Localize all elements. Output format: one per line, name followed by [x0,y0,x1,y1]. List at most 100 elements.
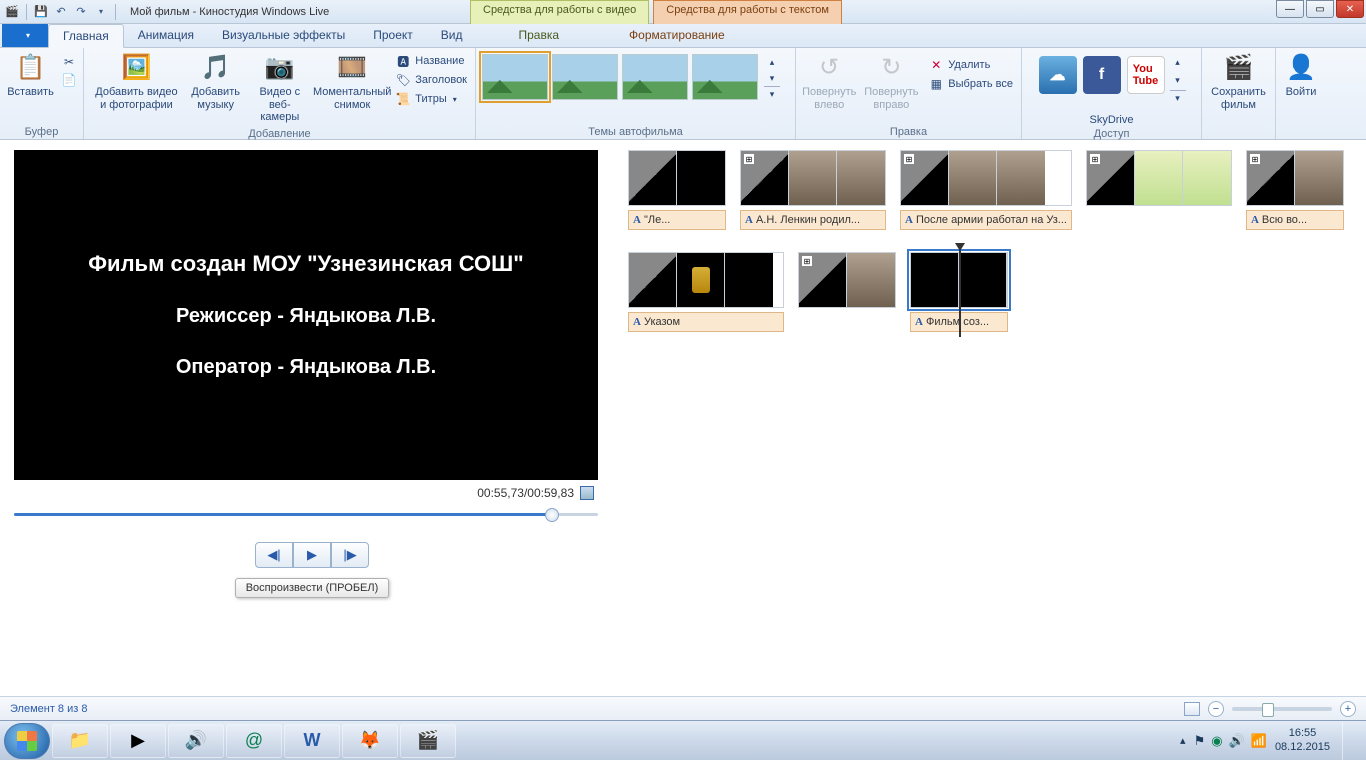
taskbar-moviemaker[interactable]: 🎬 [400,724,456,758]
webcam-button[interactable]: 📷 Видео с веб-камеры [246,50,313,126]
qat-dropdown-icon[interactable]: ▾ [93,4,109,20]
minimize-button[interactable]: — [1276,0,1304,18]
zoom-in-button[interactable]: + [1340,701,1356,717]
next-frame-button[interactable]: |▶ [331,542,369,568]
add-title-button[interactable]: 🅰Название [391,52,471,70]
clip-1[interactable]: A"Ле... [628,150,726,230]
share-down-icon[interactable]: ▾ [1170,72,1186,88]
zoom-out-button[interactable]: − [1208,701,1224,717]
seek-thumb[interactable] [545,508,559,522]
tray-flag-icon[interactable]: ⚑ [1194,733,1206,749]
credits-line-1: Фильм создан МОУ "Узнезинская СОШ" [88,251,523,277]
clip-5[interactable]: ⊞ AВсю во... [1246,150,1344,230]
film-save-icon: 🎬 [1223,52,1255,84]
preview-video[interactable]: Фильм создан МОУ "Узнезинская СОШ" Режис… [14,150,598,480]
show-desktop-button[interactable] [1342,722,1356,760]
clip-6[interactable]: AУказом [628,252,784,332]
tray-expand-icon[interactable]: ▴ [1180,734,1186,747]
fullscreen-icon[interactable] [580,486,594,500]
rotate-right-button[interactable]: ↻ Повернуть вправо [860,50,922,113]
ribbon-tab-row: Главная Анимация Визуальные эффекты Прое… [0,24,1366,48]
app-icon: 🎬 [4,4,20,20]
save-icon[interactable]: 💾 [33,4,49,20]
share-up-icon[interactable]: ▴ [1170,54,1186,70]
undo-icon[interactable]: ↶ [53,4,69,20]
tab-view[interactable]: Вид [427,23,477,47]
time-display: 00:55,73/00:59,83 [477,486,574,500]
clip-7[interactable]: ⊞ [798,252,896,332]
select-all-button[interactable]: ▦Выбрать все [924,75,1017,93]
theme-thumb-4[interactable] [692,54,758,100]
tab-edit[interactable]: Правка [504,23,573,47]
theme-thumb-3[interactable] [622,54,688,100]
close-button[interactable]: ✕ [1336,0,1364,18]
copy-icon[interactable]: 📄 [61,72,77,88]
play-button[interactable]: ▶ [293,542,331,568]
add-video-photo-button[interactable]: 🖼️ Добавить видео и фотографии [88,50,185,113]
playhead[interactable] [959,247,961,337]
theme-thumb-2[interactable] [552,54,618,100]
maximize-button[interactable]: ▭ [1306,0,1334,18]
share-youtube-button[interactable]: YouTube [1127,56,1165,94]
context-tab-text-tools: Средства для работы с текстом [653,0,842,24]
redo-icon[interactable]: ↷ [73,4,89,20]
add-caption-button[interactable]: 🏷Заголовок [391,71,471,89]
tray-network-icon[interactable]: 📶 [1251,733,1267,749]
tray-app-icon[interactable]: ◉ [1211,733,1222,749]
select-all-icon: ▦ [928,76,944,92]
tray-volume-icon[interactable]: 🔊 [1229,733,1245,749]
gallery-down-icon[interactable]: ▾ [764,70,780,86]
theme-thumb-1[interactable] [482,54,548,100]
taskbar-word[interactable]: W [284,724,340,758]
caption-icon: 🏷 [395,72,411,88]
music-icon: 🎵 [200,52,232,84]
share-skydrive-button[interactable]: ☁ [1039,56,1077,94]
clip-4[interactable]: ⊞ [1086,150,1232,230]
save-movie-button[interactable]: 🎬 Сохранить фильм [1206,50,1271,113]
add-music-button[interactable]: 🎵 Добавить музыку [187,50,245,113]
taskbar-explorer[interactable]: 📁 [52,724,108,758]
cut-icon[interactable]: ✂ [61,54,77,70]
taskbar-clock[interactable]: 16:55 08.12.2015 [1275,727,1330,753]
share-facebook-button[interactable]: f [1083,56,1121,94]
seek-bar[interactable] [14,504,598,524]
group-editing-label: Правка [800,124,1017,139]
clip-2[interactable]: ⊞ AА.Н. Ленкин родил... [740,150,886,230]
prev-frame-button[interactable]: ◀| [255,542,293,568]
paste-button[interactable]: 📋 Вставить [4,50,57,101]
clipboard-icon: 📋 [15,52,47,84]
sign-in-button[interactable]: 👤 Войти [1280,50,1322,101]
tab-home[interactable]: Главная [48,24,124,48]
delete-button[interactable]: ✕Удалить [924,56,1017,74]
rotate-right-icon: ↻ [875,52,907,84]
tab-animation[interactable]: Анимация [124,23,208,47]
quick-access-toolbar: 🎬 💾 ↶ ↷ ▾ [0,4,122,20]
user-icon: 👤 [1285,52,1317,84]
clip-8[interactable]: AФильм соз... [910,252,1008,332]
tab-visual-effects[interactable]: Визуальные эффекты [208,23,359,47]
tab-format[interactable]: Форматирование [615,23,739,47]
taskbar-sound[interactable]: 🔊 [168,724,224,758]
ribbon: 📋 Вставить ✂ 📄 Буфер 🖼️ Добавить видео и… [0,48,1366,140]
webcam-icon: 📷 [264,52,296,84]
gallery-more-icon[interactable]: ▾ [764,86,780,102]
automovie-themes-gallery[interactable] [480,50,760,100]
file-menu-button[interactable] [2,23,48,47]
storyboard[interactable]: A"Ле... ⊞ AА.Н. Ленкин родил... ⊞ AПосле… [620,140,1366,696]
taskbar-mediaplayer[interactable]: ▶ [110,724,166,758]
group-themes-label: Темы автофильма [480,124,791,139]
rotate-left-button[interactable]: ↺ Повернуть влево [800,50,858,113]
view-toggle-icon[interactable] [1184,702,1200,716]
playback-controls: ◀| ▶ |▶ [14,542,610,568]
tab-project[interactable]: Проект [359,23,427,47]
taskbar-firefox[interactable]: 🦊 [342,724,398,758]
start-button[interactable] [4,723,50,759]
snapshot-button[interactable]: 🎞️ Моментальный снимок [315,50,389,113]
clip-3[interactable]: ⊞ AПосле армии работал на Уз... [900,150,1072,230]
taskbar-app-1[interactable]: @ [226,724,282,758]
gallery-up-icon[interactable]: ▴ [764,54,780,70]
add-credits-button[interactable]: 📜Титры▾ [391,90,471,108]
main-area: Фильм создан МОУ "Узнезинская СОШ" Режис… [0,140,1366,696]
share-more-icon[interactable]: ▾ [1170,90,1186,106]
zoom-slider[interactable] [1232,707,1332,711]
